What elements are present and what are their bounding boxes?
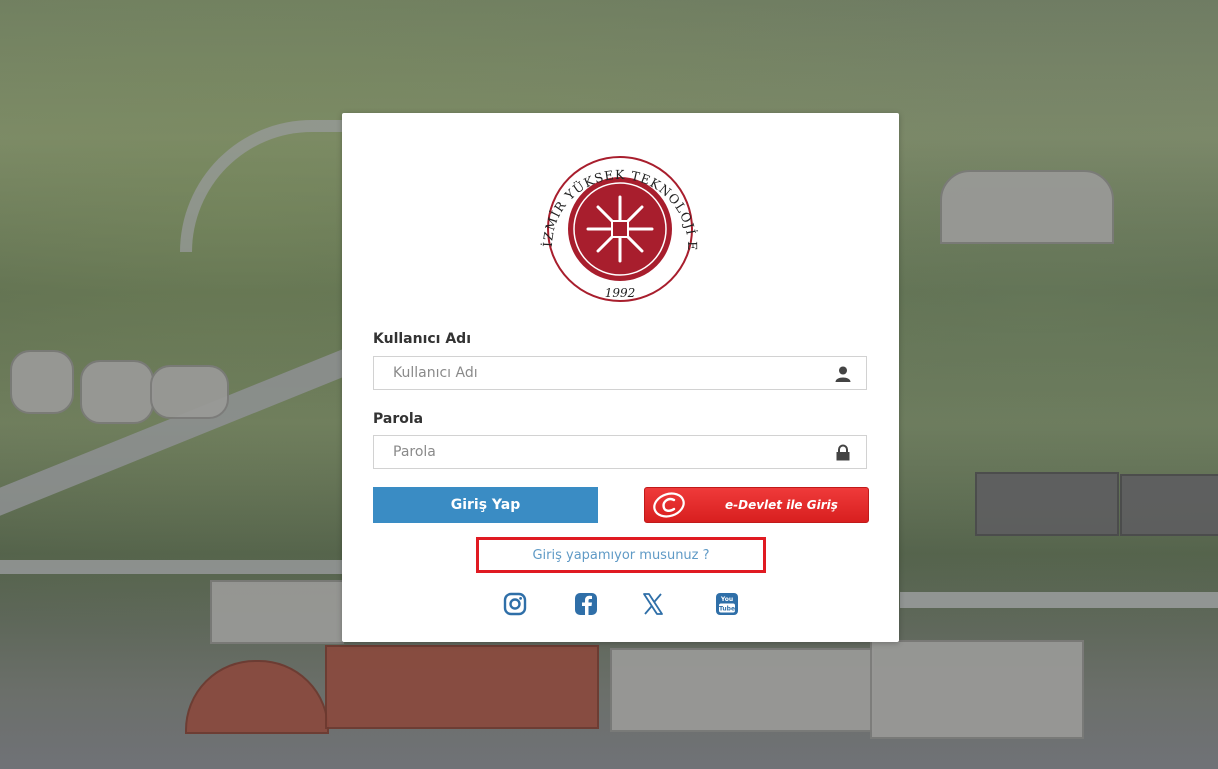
x-twitter-icon[interactable] bbox=[640, 591, 666, 617]
background-building bbox=[80, 360, 154, 424]
svg-text:Tube: Tube bbox=[719, 606, 735, 613]
edevlet-login-button[interactable]: e-Devlet ile Giriş bbox=[644, 487, 869, 523]
password-label: Parola bbox=[373, 411, 424, 427]
facebook-icon[interactable] bbox=[573, 591, 599, 617]
background-building bbox=[940, 170, 1114, 244]
background-building bbox=[150, 365, 229, 419]
cant-login-link[interactable]: Giriş yapamıyor musunuz ? bbox=[479, 540, 763, 570]
user-icon bbox=[835, 366, 851, 382]
background-building bbox=[10, 350, 74, 414]
instagram-icon[interactable] bbox=[502, 591, 528, 617]
username-label: Kullanıcı Adı bbox=[373, 331, 472, 347]
background-building bbox=[210, 580, 344, 644]
background-road bbox=[900, 592, 1218, 608]
logo-year: 1992 bbox=[605, 286, 636, 300]
background-building bbox=[870, 640, 1084, 739]
login-card: İZMİR YÜKSEK TEKNOLOJİ ENSTİTÜSÜ 1992 Ku… bbox=[342, 113, 899, 642]
background-building bbox=[1120, 474, 1218, 536]
background-building bbox=[975, 472, 1119, 536]
background-building bbox=[325, 645, 599, 729]
youtube-icon[interactable]: You Tube bbox=[714, 591, 740, 617]
edevlet-logo-icon bbox=[653, 492, 685, 518]
background-building bbox=[185, 660, 329, 734]
login-button[interactable]: Giriş Yap bbox=[373, 487, 598, 523]
background-building bbox=[610, 648, 874, 732]
username-field-wrapper bbox=[373, 356, 867, 390]
background-road bbox=[0, 560, 360, 574]
username-input[interactable] bbox=[374, 357, 833, 389]
edevlet-login-label: e-Devlet ile Giriş bbox=[725, 498, 838, 512]
lock-icon bbox=[836, 444, 850, 461]
password-field-wrapper bbox=[373, 435, 867, 469]
iyte-logo: İZMİR YÜKSEK TEKNOLOJİ ENSTİTÜSÜ 1992 bbox=[512, 155, 699, 302]
svg-text:You: You bbox=[720, 596, 733, 603]
help-link-highlight: Giriş yapamıyor musunuz ? bbox=[476, 537, 766, 573]
password-input[interactable] bbox=[374, 436, 833, 468]
